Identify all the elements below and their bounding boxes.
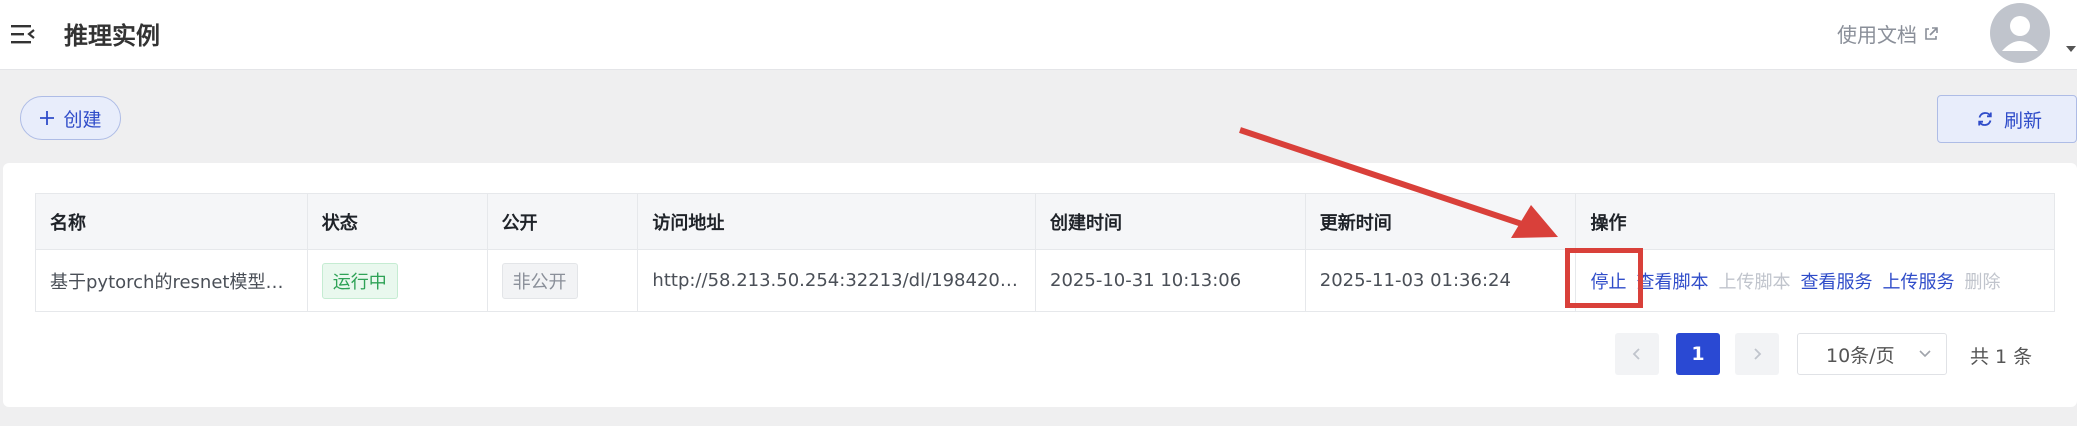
external-link-icon bbox=[1925, 26, 1938, 40]
refresh-button-label: 刷新 bbox=[2004, 109, 2043, 132]
chevron-right-icon bbox=[1754, 348, 1762, 360]
access-url[interactable]: http://58.213.50.254:32213/dl/1984201961… bbox=[652, 270, 1022, 291]
cell-status: 运行中 bbox=[308, 250, 488, 311]
plus-icon bbox=[40, 111, 55, 125]
table-row: 基于pytorch的resnet模型推... 运行中 非公开 http://58… bbox=[36, 250, 2054, 311]
top-header: 推理实例 使用文档 bbox=[0, 0, 2077, 70]
menu-collapse-icon[interactable] bbox=[10, 22, 36, 46]
instances-table: 名称 状态 公开 访问地址 创建时间 更新时间 操作 基于pytorch的res… bbox=[35, 193, 2055, 312]
caret-down-icon[interactable] bbox=[2066, 46, 2076, 52]
column-header-url: 访问地址 bbox=[638, 194, 1037, 249]
view-script-button[interactable]: 查看脚本 bbox=[1636, 268, 1708, 294]
cell-url: http://58.213.50.254:32213/dl/1984201961… bbox=[638, 250, 1037, 311]
status-badge: 运行中 bbox=[321, 262, 398, 299]
cell-updated: 2025-11-03 01:36:24 bbox=[1306, 250, 1577, 311]
instance-name: 基于pytorch的resnet模型推... bbox=[50, 271, 290, 293]
pagination: 1 10条/页 共 1 条 bbox=[3, 333, 2077, 379]
user-icon bbox=[2002, 16, 2038, 51]
next-page-button[interactable] bbox=[1735, 333, 1779, 375]
page-size-value: 10条/页 bbox=[1826, 344, 1895, 367]
content-card: 名称 状态 公开 访问地址 创建时间 更新时间 操作 基于pytorch的res… bbox=[3, 163, 2077, 407]
create-button[interactable]: 创建 bbox=[20, 96, 121, 140]
total-count: 共 1 条 bbox=[1970, 346, 2033, 368]
user-avatar[interactable] bbox=[1990, 3, 2050, 63]
delete-button: 删除 bbox=[1964, 271, 2001, 293]
page-size-select[interactable]: 10条/页 bbox=[1797, 333, 1947, 375]
cell-public: 非公开 bbox=[488, 250, 639, 311]
cell-actions: 停止 查看脚本 上传脚本 查看服务 上传服务 删除 bbox=[1576, 250, 2054, 311]
page-title: 推理实例 bbox=[64, 22, 160, 50]
refresh-button[interactable]: 刷新 bbox=[1937, 95, 2077, 143]
column-header-actions: 操作 bbox=[1590, 212, 1627, 234]
prev-page-button[interactable] bbox=[1615, 333, 1659, 375]
docs-link-label: 使用文档 bbox=[1837, 23, 1917, 47]
column-header-status: 状态 bbox=[308, 194, 488, 249]
cell-created: 2025-10-31 10:13:06 bbox=[1036, 250, 1306, 311]
upload-service-button[interactable]: 上传服务 bbox=[1882, 268, 1954, 294]
create-button-label: 创建 bbox=[63, 108, 102, 131]
chevron-left-icon bbox=[1632, 348, 1640, 360]
public-badge: 非公开 bbox=[501, 262, 578, 299]
annotation-highlight-box bbox=[1565, 248, 1643, 308]
column-header-name: 名称 bbox=[36, 194, 308, 249]
cell-name: 基于pytorch的resnet模型推... bbox=[36, 250, 308, 311]
view-service-button[interactable]: 查看服务 bbox=[1800, 268, 1872, 294]
table-header: 名称 状态 公开 访问地址 创建时间 更新时间 操作 bbox=[36, 194, 2054, 250]
chevron-down-icon bbox=[1919, 350, 1931, 358]
page-number-1[interactable]: 1 bbox=[1676, 333, 1720, 375]
upload-script-button: 上传脚本 bbox=[1718, 271, 1791, 293]
column-header-public: 公开 bbox=[488, 194, 639, 249]
refresh-icon bbox=[1978, 112, 1992, 126]
docs-link[interactable]: 使用文档 bbox=[1837, 19, 1939, 48]
annotation-arrow-icon bbox=[1239, 127, 1558, 238]
